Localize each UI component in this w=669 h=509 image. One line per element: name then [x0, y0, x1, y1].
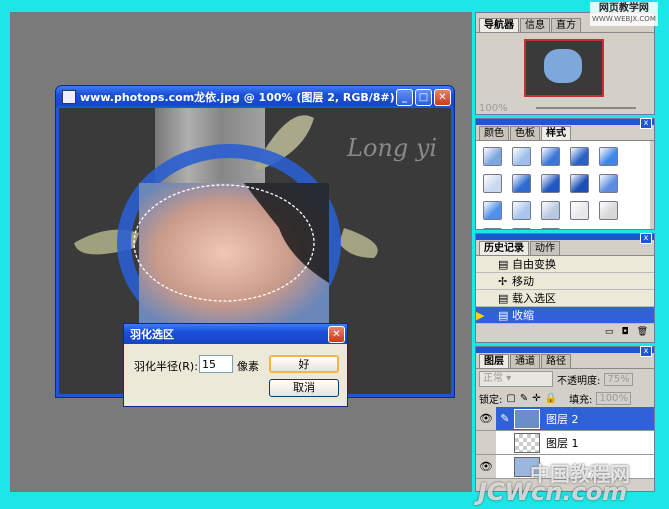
document-title-bar[interactable]: www.photops.com龙依.jpg @ 100% (图层 2, RGB/… — [56, 86, 454, 108]
fill-label: 填充: — [569, 394, 593, 406]
tab-styles[interactable]: 样式 — [541, 126, 571, 140]
history-state-marker-icon: ▶ — [476, 308, 485, 322]
lock-position-icon[interactable]: ✛ — [532, 393, 540, 404]
ok-button[interactable]: 好 — [269, 355, 339, 373]
trash-icon[interactable]: 🗑 — [637, 327, 648, 337]
panel-close-button[interactable]: x — [640, 118, 652, 129]
tab-swatches[interactable]: 色板 — [510, 126, 540, 140]
tab-layers[interactable]: 图层 — [479, 354, 509, 368]
panel-close-button[interactable]: x — [640, 346, 652, 357]
cancel-button[interactable]: 取消 — [269, 379, 339, 397]
snapshot-icon[interactable]: ◘ — [621, 327, 628, 337]
style-swatch[interactable] — [541, 147, 560, 166]
layer-thumbnail — [514, 408, 540, 429]
style-swatch[interactable] — [541, 174, 560, 193]
lock-brush-icon[interactable]: ✎ — [520, 393, 528, 404]
style-swatch[interactable] — [599, 201, 618, 220]
history-item[interactable]: ✢ 移动 — [476, 273, 654, 290]
watermark-top: 网页教学网 WWW.WEBJX.COM — [590, 2, 658, 26]
dialog-close-button[interactable]: ✕ — [328, 325, 345, 343]
style-swatch[interactable] — [599, 174, 618, 193]
layer-thumbnail — [514, 432, 540, 453]
style-swatch[interactable] — [541, 201, 560, 220]
style-swatch[interactable] — [512, 147, 531, 166]
unit-label: 像素 — [237, 360, 259, 373]
maximize-button[interactable]: □ — [415, 88, 432, 106]
lock-transparency-icon[interactable]: ▢ — [506, 393, 515, 404]
layer-row[interactable]: 图层 1 — [476, 431, 654, 455]
navigator-zoom-value[interactable]: 100% — [479, 103, 508, 114]
history-list: ▤ 自由变换 ✢ 移动 ▤ 载入选区 ▶ ▤ 收缩 — [476, 256, 654, 324]
tab-channels[interactable]: 通道 — [510, 354, 540, 368]
style-swatch[interactable] — [483, 147, 502, 166]
document-title: www.photops.com龙依.jpg @ 100% (图层 2, RGB/… — [80, 91, 394, 104]
eye-icon[interactable]: 👁 — [476, 407, 496, 430]
style-swatch-grid — [476, 141, 650, 229]
tab-color[interactable]: 颜色 — [479, 126, 509, 140]
feather-radius-label: 羽化半径(R): — [134, 360, 198, 373]
minimize-button[interactable]: _ — [396, 88, 413, 106]
eye-icon[interactable]: 👁 — [476, 455, 496, 478]
close-icon: ✕ — [332, 328, 341, 340]
lock-all-icon[interactable]: 🔒 — [545, 393, 557, 404]
style-swatch[interactable] — [483, 228, 502, 229]
tab-history[interactable]: 历史记录 — [479, 241, 529, 255]
history-panel: x 历史记录 动作 ▤ 自由变换 ✢ 移动 ▤ 载入选区 ▶ ▤ 收缩 ▭ ◘ 🗑 — [475, 233, 655, 343]
styles-panel: x 颜色 色板 样式 — [475, 118, 655, 230]
watermark-bottom-en: JCWcn.com — [478, 478, 628, 506]
style-swatch[interactable] — [570, 174, 589, 193]
tab-actions[interactable]: 动作 — [530, 241, 560, 255]
leaf-right — [339, 228, 378, 258]
style-swatch[interactable] — [512, 201, 531, 220]
history-item[interactable]: ▶ ▤ 收缩 — [476, 307, 654, 324]
tab-navigator[interactable]: 导航器 — [479, 18, 519, 32]
brush-icon: ✎ — [500, 412, 510, 425]
minimize-icon: _ — [402, 91, 407, 103]
navigator-panel: 导航器 信息 直方 100% — [475, 12, 655, 115]
photoshop-app-icon — [62, 90, 76, 104]
history-toolbar: ▭ ◘ 🗑 — [476, 324, 654, 340]
new-document-icon[interactable]: ▭ — [605, 327, 614, 337]
tab-histogram[interactable]: 直方 — [551, 18, 581, 32]
dialog-title-bar[interactable]: 羽化选区 ✕ — [124, 324, 347, 344]
tab-paths[interactable]: 路径 — [541, 354, 571, 368]
signature-text: Long yi — [346, 134, 437, 162]
move-tool-icon: ✢ — [498, 274, 508, 288]
maximize-icon: □ — [418, 91, 429, 103]
blend-mode-select[interactable]: 正常 ▾ — [479, 371, 553, 387]
panel-close-button[interactable]: x — [640, 233, 652, 244]
close-icon: ✕ — [438, 91, 447, 103]
lock-label: 锁定: — [479, 394, 503, 406]
style-swatch[interactable] — [512, 174, 531, 193]
history-item[interactable]: ▤ 载入选区 — [476, 290, 654, 307]
history-step-icon: ▤ — [498, 308, 509, 322]
feather-selection-dialog: 羽化选区 ✕ 羽化半径(R): 像素 好 取消 — [123, 323, 348, 407]
feather-radius-input[interactable] — [199, 355, 233, 373]
style-swatch[interactable] — [483, 201, 502, 220]
eye-icon[interactable] — [476, 431, 496, 454]
opacity-label: 不透明度: — [557, 375, 601, 387]
opacity-value[interactable]: 75% — [604, 372, 633, 386]
style-swatch[interactable] — [483, 174, 502, 193]
close-button[interactable]: ✕ — [434, 88, 451, 106]
layer-row[interactable]: 👁 ✎ 图层 2 — [476, 407, 654, 431]
preview-thumbnail — [544, 49, 582, 83]
tab-info[interactable]: 信息 — [520, 18, 550, 32]
style-swatch[interactable] — [599, 147, 618, 166]
zoom-slider[interactable] — [536, 107, 636, 109]
style-swatch[interactable] — [541, 228, 560, 229]
style-swatch[interactable] — [512, 228, 531, 229]
style-swatch[interactable] — [570, 201, 589, 220]
fill-value[interactable]: 100% — [596, 391, 632, 405]
dialog-title: 羽化选区 — [130, 328, 174, 341]
history-step-icon: ▤ — [498, 257, 509, 271]
history-step-icon: ▤ — [498, 291, 509, 305]
navigator-preview[interactable] — [524, 39, 604, 97]
style-swatch[interactable] — [570, 147, 589, 166]
history-item[interactable]: ▤ 自由变换 — [476, 256, 654, 273]
